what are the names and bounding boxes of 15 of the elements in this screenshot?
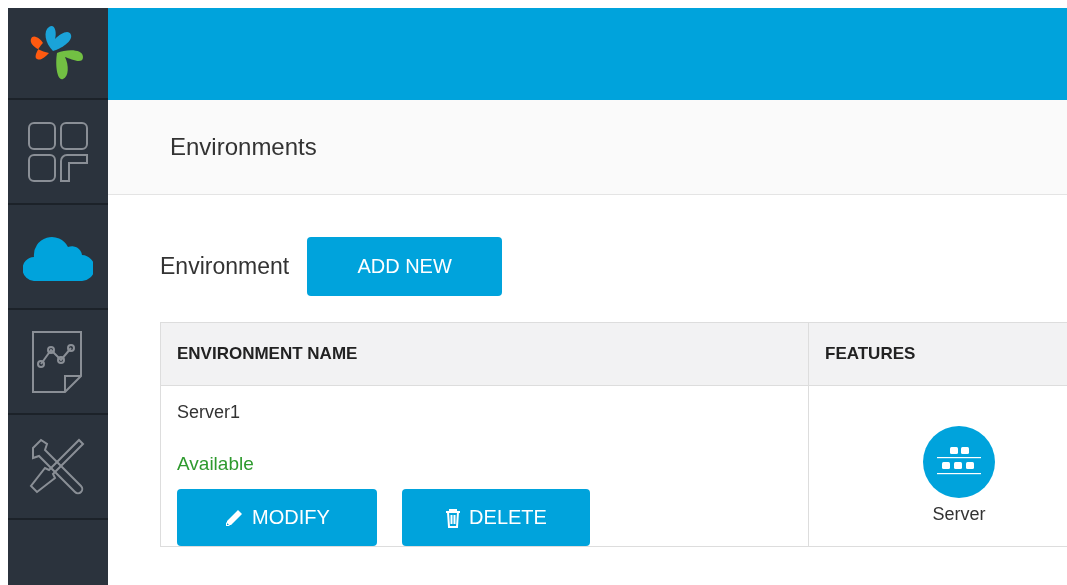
feature-label: Server bbox=[932, 504, 986, 525]
section-label: Environment bbox=[160, 253, 290, 280]
add-new-button[interactable]: ADD NEW bbox=[307, 237, 503, 296]
modify-button[interactable]: MODIFY bbox=[177, 489, 377, 546]
column-header: FEATURES bbox=[808, 322, 1067, 386]
status-text: Available bbox=[177, 453, 254, 475]
environment-name: Server1 bbox=[177, 402, 241, 423]
column-header: ENVIRONMENT NAME bbox=[160, 322, 809, 386]
server-icon bbox=[923, 426, 995, 498]
apps-icon bbox=[27, 120, 89, 183]
delete-button[interactable]: DELETE bbox=[402, 489, 590, 546]
pencil-icon bbox=[224, 507, 245, 528]
page-title: Environments bbox=[170, 133, 317, 161]
trash-icon bbox=[445, 507, 462, 528]
chart-document-icon bbox=[31, 329, 85, 394]
